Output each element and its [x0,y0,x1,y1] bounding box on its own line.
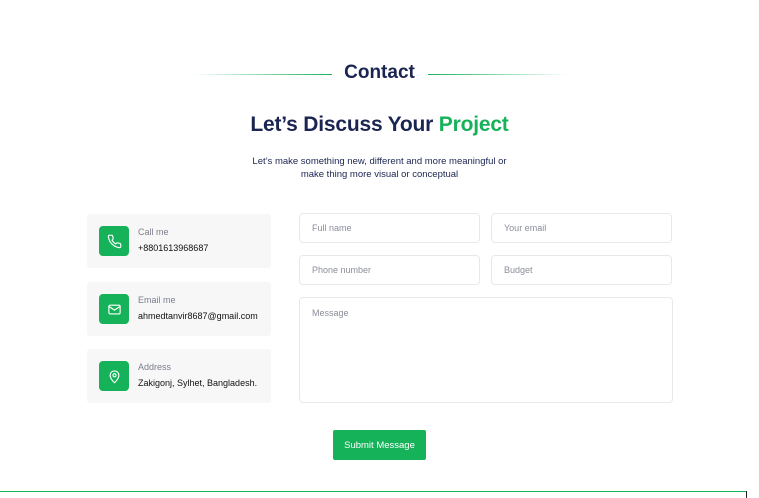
budget-input[interactable] [491,255,672,285]
divider-right [428,74,568,75]
subtext-line-1: Let’s make something new, different and … [252,156,507,167]
bottom-edge-marker [746,491,747,498]
contact-card-phone: Call me +8801613968687 [87,214,271,268]
section-header: Contact [0,62,759,88]
contact-label-email: Email me [138,295,176,305]
bottom-divider [0,491,746,492]
email-input[interactable] [491,213,672,243]
full-name-input[interactable] [299,213,480,243]
contact-value-email[interactable]: ahmedtanvir8687@gmail.com [138,311,258,321]
page-heading: Let’s Discuss Your Project [0,113,759,137]
location-pin-icon [99,361,129,391]
contact-card-email: Email me ahmedtanvir8687@gmail.com [87,282,271,336]
subtext-line-2: make thing more visual or conceptual [300,169,459,180]
contact-card-address: Address Zakigonj, Sylhet, Bangladesh. [87,349,271,403]
contact-label-phone: Call me [138,227,169,237]
message-textarea[interactable] [299,297,673,403]
phone-input[interactable] [299,255,480,285]
contact-value-address: Zakigonj, Sylhet, Bangladesh. [138,378,258,388]
heading-prefix: Let’s Discuss Your [250,113,439,136]
heading-accent: Project [438,113,509,136]
subtext: Let’s make something new, different and … [0,155,759,181]
mail-icon [99,294,129,324]
phone-icon [99,226,129,256]
section-title: Contact [344,62,415,83]
contact-label-address: Address [138,362,172,372]
submit-message-button[interactable]: Submit Message [333,430,426,460]
contact-value-phone[interactable]: +8801613968687 [138,243,208,253]
